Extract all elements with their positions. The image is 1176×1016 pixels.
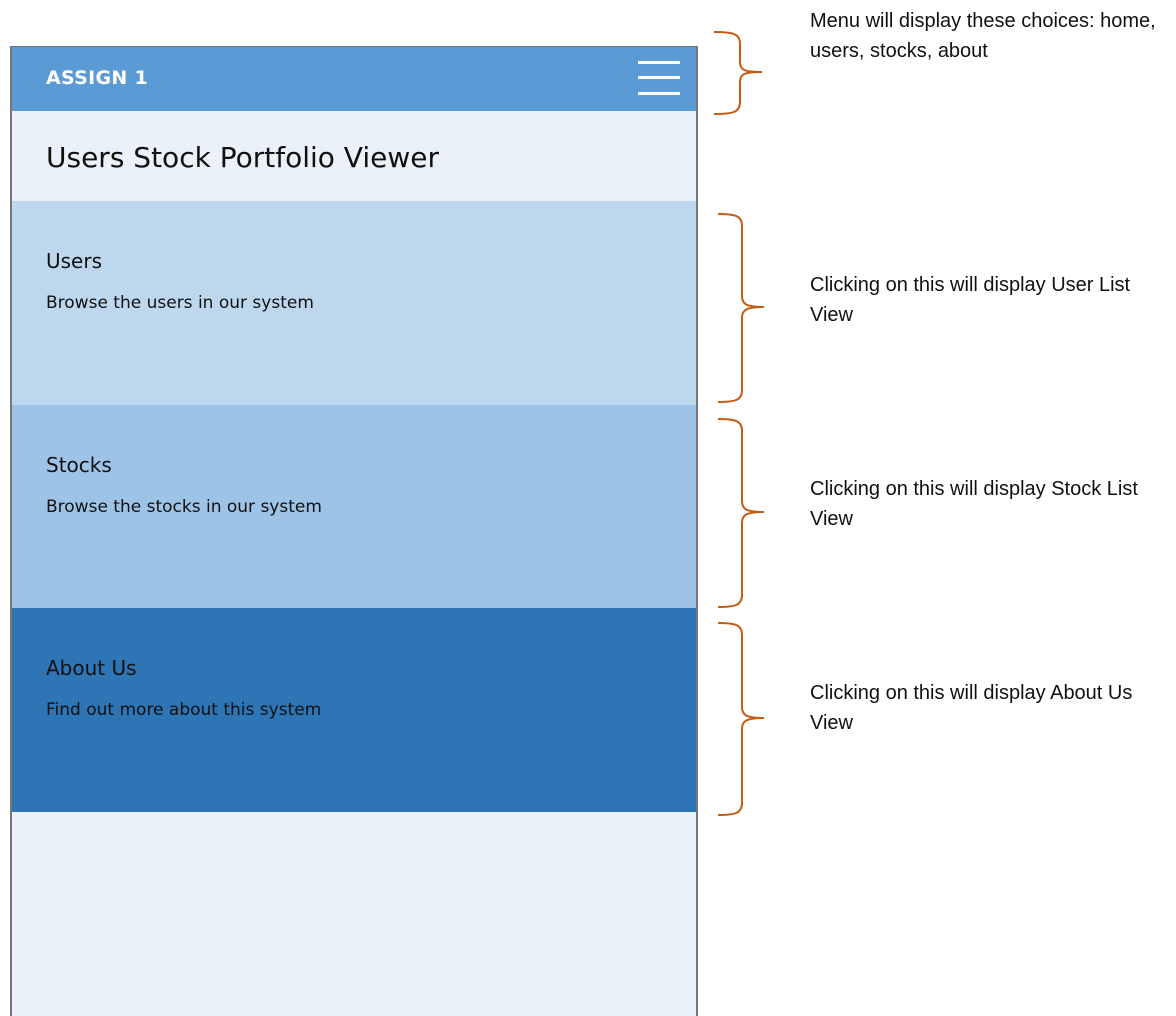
users-card[interactable]: Users Browse the users in our system: [12, 201, 696, 405]
about-card[interactable]: About Us Find out more about this system: [12, 608, 696, 812]
app-bar: ASSIGN 1: [12, 47, 696, 111]
stocks-annotation: Clicking on this will display Stock List…: [810, 478, 1138, 530]
about-card-description: Find out more about this system: [46, 700, 322, 720]
stocks-card-title: Stocks: [46, 453, 112, 477]
phone-frame: ASSIGN 1 Users Stock Portfolio Viewer Us…: [10, 46, 698, 1016]
about-card-title: About Us: [46, 656, 137, 680]
users-brace: [717, 213, 765, 403]
hamburger-line: [638, 61, 680, 64]
about-annotation: Clicking on this will display About Us V…: [810, 682, 1133, 734]
users-annotation: Clicking on this will display User List …: [810, 274, 1131, 326]
stocks-card[interactable]: Stocks Browse the stocks in our system: [12, 405, 696, 609]
stocks-brace: [717, 418, 765, 608]
page-title: Users Stock Portfolio Viewer: [46, 141, 439, 174]
hamburger-line: [638, 92, 680, 95]
menu-brace: [713, 31, 763, 115]
page-header: Users Stock Portfolio Viewer: [12, 111, 696, 201]
users-card-title: Users: [46, 249, 103, 273]
menu-annotation: Menu will display these choices: home, u…: [810, 10, 1156, 62]
hamburger-menu-icon[interactable]: [638, 59, 680, 97]
about-brace: [717, 622, 765, 816]
stocks-card-description: Browse the stocks in our system: [46, 497, 322, 517]
hamburger-line: [638, 76, 680, 79]
users-card-description: Browse the users in our system: [46, 293, 314, 313]
app-title: ASSIGN 1: [46, 67, 149, 89]
